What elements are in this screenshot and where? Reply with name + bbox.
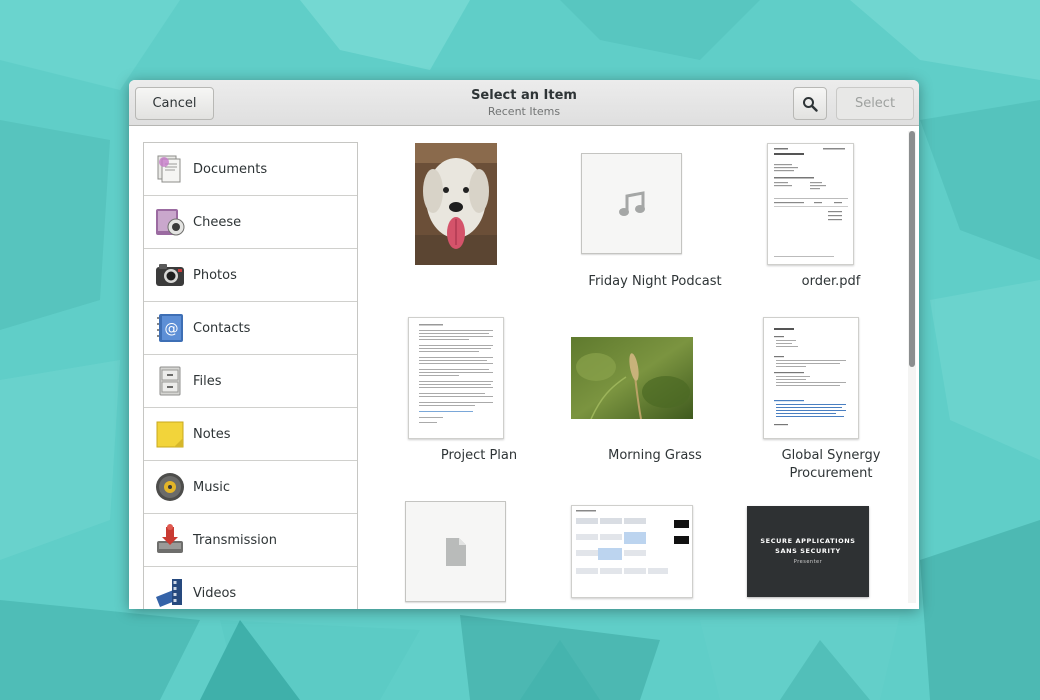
sidebar-item-label: Music bbox=[193, 479, 230, 495]
select-button[interactable]: Select bbox=[836, 87, 914, 120]
dialog-titles: Select an Item Recent Items bbox=[379, 88, 669, 118]
sidebar-item-label: Cheese bbox=[193, 214, 242, 230]
scrollbar-thumb[interactable] bbox=[909, 131, 915, 367]
music-note-icon bbox=[618, 190, 645, 216]
sidebar-item-contacts[interactable]: @ Contacts bbox=[144, 302, 357, 355]
vertical-scrollbar[interactable] bbox=[908, 131, 916, 603]
audio-thumbnail bbox=[581, 153, 682, 254]
sidebar-item-documents[interactable]: Documents bbox=[144, 143, 357, 196]
sidebar-item-videos[interactable]: Videos bbox=[144, 567, 357, 609]
source-sidebar: Documents Cheese Photos @ Contacts Files… bbox=[143, 142, 358, 609]
sidebar-item-label: Transmission bbox=[193, 532, 277, 548]
cancel-button[interactable]: Cancel bbox=[135, 87, 214, 120]
sidebar-item-music[interactable]: Music bbox=[144, 461, 357, 514]
svg-text:@: @ bbox=[165, 321, 179, 337]
dialog-subtitle: Recent Items bbox=[487, 105, 561, 118]
spreadsheet-thumbnail bbox=[571, 505, 693, 598]
cheese-icon bbox=[154, 206, 186, 238]
search-button[interactable] bbox=[793, 87, 827, 120]
item-caption: Morning Grass bbox=[608, 448, 702, 463]
notes-icon bbox=[154, 418, 186, 450]
file-thumbnail bbox=[405, 501, 506, 602]
presentation-thumbnail: SECURE APPLICATIONS SANS SECURITY Presen… bbox=[747, 506, 869, 597]
sidebar-item-label: Contacts bbox=[193, 320, 251, 336]
pdf-thumbnail bbox=[767, 143, 854, 265]
search-icon bbox=[803, 96, 818, 112]
sidebar-item-photos[interactable]: Photos bbox=[144, 249, 357, 302]
sidebar-item-files[interactable]: Files bbox=[144, 355, 357, 408]
transmission-icon bbox=[154, 524, 186, 556]
document-thumbnail bbox=[408, 317, 504, 439]
item-caption: order.pdf bbox=[801, 274, 861, 289]
photos-icon bbox=[154, 259, 186, 291]
music-icon bbox=[154, 471, 186, 503]
slide-line-3: Presenter bbox=[793, 559, 823, 565]
file-icon bbox=[445, 537, 466, 566]
item-caption: Friday Night Podcast bbox=[588, 274, 722, 289]
documents-icon bbox=[154, 153, 186, 185]
recent-items-grid: Friday Night Podcast order.pdf Project P… bbox=[374, 127, 904, 609]
photo-thumbnail bbox=[571, 337, 693, 420]
sidebar-item-label: Documents bbox=[193, 161, 268, 177]
header-bar: Cancel Select an Item Recent Items Selec… bbox=[129, 80, 919, 126]
dialog-content: Documents Cheese Photos @ Contacts Files… bbox=[129, 127, 919, 609]
sidebar-item-label: Notes bbox=[193, 426, 231, 442]
sidebar-item-notes[interactable]: Notes bbox=[144, 408, 357, 461]
file-chooser-dialog: Cancel Select an Item Recent Items Selec… bbox=[129, 80, 919, 609]
slide-line-1: SECURE APPLICATIONS bbox=[760, 537, 856, 545]
sidebar-item-transmission[interactable]: Transmission bbox=[144, 514, 357, 567]
photo-thumbnail bbox=[415, 143, 497, 265]
item-caption: Global Synergy Procurement bbox=[781, 448, 881, 481]
sidebar-item-label: Files bbox=[193, 373, 222, 389]
videos-icon bbox=[154, 577, 186, 609]
item-caption: Project Plan bbox=[440, 448, 518, 463]
contacts-icon: @ bbox=[154, 312, 186, 344]
files-icon bbox=[154, 365, 186, 397]
dialog-title: Select an Item bbox=[471, 88, 577, 103]
sidebar-item-label: Photos bbox=[193, 267, 237, 283]
sidebar-item-label: Videos bbox=[193, 585, 237, 601]
slide-line-2: SANS SECURITY bbox=[775, 547, 841, 555]
sidebar-item-cheese[interactable]: Cheese bbox=[144, 196, 357, 249]
document-thumbnail bbox=[763, 317, 859, 439]
